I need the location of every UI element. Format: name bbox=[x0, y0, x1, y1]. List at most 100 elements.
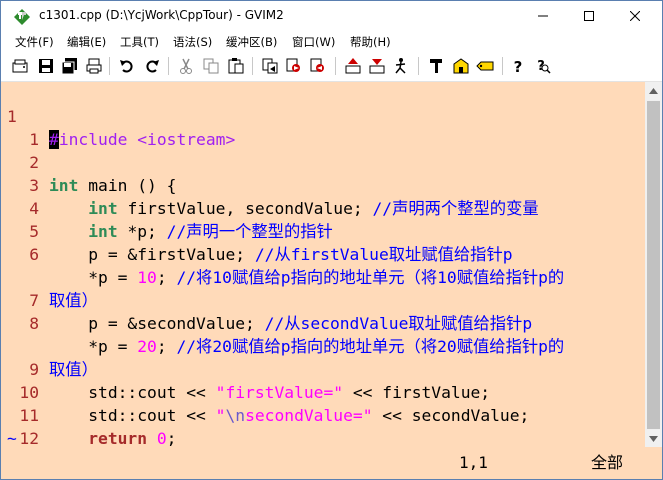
code-line-wrap: 取值） bbox=[1, 312, 98, 379]
code-text: return 0; bbox=[88, 429, 177, 447]
code-line: 5 p = &firstValue; //从firstValue取址赋值给指针p bbox=[1, 197, 512, 264]
cursor-position: 1,1 bbox=[459, 453, 488, 472]
code-line: 7 p = &secondValue; //从secondValue取址赋值给指… bbox=[1, 266, 532, 333]
print-button[interactable] bbox=[84, 56, 104, 76]
minimize-button[interactable] bbox=[520, 1, 566, 31]
redo-button[interactable] bbox=[142, 56, 162, 76]
make-button[interactable] bbox=[426, 56, 446, 76]
help-button[interactable]: ? bbox=[508, 56, 528, 76]
scroll-down-button[interactable] bbox=[645, 430, 662, 447]
vertical-scrollbar[interactable] bbox=[645, 82, 662, 447]
menu-tools[interactable]: 工具(T) bbox=[120, 34, 159, 50]
code-text: p = &firstValue; //从firstValue取址赋值给指针p bbox=[49, 245, 513, 264]
toolbar-separator bbox=[109, 57, 110, 75]
code-text: *p = 10; //将10赋值给p指向的地址单元（将10赋值给指针p的 bbox=[49, 268, 565, 287]
minimize-icon bbox=[538, 15, 548, 17]
maximize-icon bbox=[584, 11, 594, 21]
close-button[interactable] bbox=[612, 1, 658, 31]
toolbar-separator bbox=[502, 57, 503, 75]
code-line: 6 *p = 10; //将10赋值给p指向的地址单元（将10赋值给指针p的 bbox=[1, 220, 564, 287]
menu-syntax[interactable]: 语法(S) bbox=[173, 34, 212, 50]
open-icon bbox=[12, 59, 28, 73]
toolbar-separator bbox=[418, 57, 419, 75]
editor-area[interactable]: 1 #include <iostream> 1 2 int main () { … bbox=[1, 82, 645, 447]
find-help-icon: ? bbox=[537, 59, 551, 74]
replace-icon bbox=[262, 58, 278, 74]
code-line-wrap: 取值） bbox=[1, 243, 98, 310]
code-text: int firstValue, secondValue; //声明两个整型的变量 bbox=[88, 199, 539, 218]
load-session-icon bbox=[345, 58, 361, 74]
save-button[interactable] bbox=[36, 56, 56, 76]
code-line: 4 int *p; //声明一个整型的指针 bbox=[1, 174, 333, 241]
menu-buffers[interactable]: 缓冲区(B) bbox=[226, 34, 277, 50]
cut-button[interactable] bbox=[176, 56, 196, 76]
load-session-button[interactable] bbox=[343, 56, 363, 76]
code-line: 2 int main () { bbox=[1, 128, 176, 195]
find-prev-icon bbox=[310, 58, 324, 72]
find-prev-button[interactable] bbox=[308, 56, 328, 76]
code-text: *p = 20; //将20赋值给p指向的地址单元（将20赋值给指针p的 bbox=[49, 337, 565, 356]
gvim-window: c1301.cpp (D:\YcjWork\CppTour) - GVIM2 文… bbox=[0, 0, 663, 480]
window-title: c1301.cpp (D:\YcjWork\CppTour) - GVIM2 bbox=[39, 8, 284, 22]
chevron-down-icon bbox=[649, 435, 658, 442]
code-text: std::cout << "firstValue=" << firstValue… bbox=[49, 383, 491, 402]
save-session-button[interactable] bbox=[367, 56, 387, 76]
menu-file[interactable]: 文件(F) bbox=[15, 34, 54, 50]
undo-icon bbox=[120, 60, 133, 73]
title-bar[interactable]: c1301.cpp (D:\YcjWork\CppTour) - GVIM2 bbox=[1, 1, 662, 31]
paste-button[interactable] bbox=[226, 56, 246, 76]
undo-button[interactable] bbox=[117, 56, 137, 76]
code-line: 9 std::cout << "firstValue=" << firstVal… bbox=[1, 335, 490, 402]
code-line: 10 std::cout << "\nsecondValue=" << seco… bbox=[1, 358, 529, 425]
cut-icon bbox=[180, 58, 192, 74]
menu-edit[interactable]: 编辑(E) bbox=[67, 34, 106, 50]
run-script-icon bbox=[395, 58, 406, 74]
scroll-position: 全部 bbox=[591, 453, 624, 472]
save-session-icon bbox=[369, 59, 385, 74]
menu-bar: 文件(F) 编辑(E) 工具(T) 语法(S) 缓冲区(B) 窗口(W) 帮助(… bbox=[1, 31, 662, 52]
save-all-icon bbox=[61, 58, 77, 75]
toolbar-separator bbox=[335, 57, 336, 75]
code-text: int *p; //声明一个整型的指针 bbox=[88, 222, 333, 241]
tag-jump-icon bbox=[476, 61, 494, 71]
code-line: 3 int firstValue, secondValue; //声明两个整型的… bbox=[1, 151, 538, 218]
code-line: 1 bbox=[1, 105, 60, 149]
code-text: p = &secondValue; //从secondValue取址赋值给指针p bbox=[49, 314, 533, 333]
maximize-button[interactable] bbox=[566, 1, 612, 31]
find-help-button[interactable]: ? bbox=[533, 56, 553, 76]
make-icon bbox=[430, 59, 442, 73]
copy-icon bbox=[203, 58, 219, 74]
run-script-button[interactable] bbox=[391, 56, 411, 76]
close-icon bbox=[630, 11, 640, 21]
save-icon bbox=[39, 59, 53, 73]
code-line: 8 *p = 20; //将20赋值给p指向的地址单元（将20赋值给指针p的 bbox=[1, 289, 564, 356]
replace-button[interactable] bbox=[260, 56, 280, 76]
shell-button[interactable] bbox=[451, 56, 471, 76]
vim-icon bbox=[13, 8, 31, 26]
menu-help[interactable]: 帮助(H) bbox=[350, 34, 391, 50]
empty-line-marker: ~ bbox=[7, 429, 17, 447]
help-icon: ? bbox=[514, 58, 523, 75]
chevron-up-icon bbox=[649, 87, 658, 94]
status-line: 1,1 全部 bbox=[1, 447, 662, 479]
find-next-button[interactable] bbox=[284, 56, 304, 76]
save-all-button[interactable] bbox=[60, 56, 80, 76]
shell-icon bbox=[453, 58, 469, 74]
menu-window[interactable]: 窗口(W) bbox=[292, 34, 335, 50]
svg-text:?: ? bbox=[514, 58, 523, 75]
code-line: 12 } bbox=[1, 404, 60, 447]
open-button[interactable] bbox=[10, 56, 30, 76]
find-next-icon bbox=[286, 58, 300, 72]
toolbar: ? ? bbox=[1, 52, 662, 82]
redo-icon bbox=[146, 60, 159, 73]
scrollbar-thumb[interactable] bbox=[647, 101, 660, 429]
code-text: #include <iostream> bbox=[49, 130, 236, 149]
code-line: 1 #include <iostream> bbox=[1, 82, 235, 149]
code-line: 11 return 0; bbox=[1, 381, 176, 447]
toolbar-separator bbox=[252, 57, 253, 75]
print-icon bbox=[86, 58, 102, 74]
tag-jump-button[interactable] bbox=[475, 56, 495, 76]
copy-button[interactable] bbox=[201, 56, 221, 76]
scroll-up-button[interactable] bbox=[645, 82, 662, 99]
toolbar-separator bbox=[168, 57, 169, 75]
